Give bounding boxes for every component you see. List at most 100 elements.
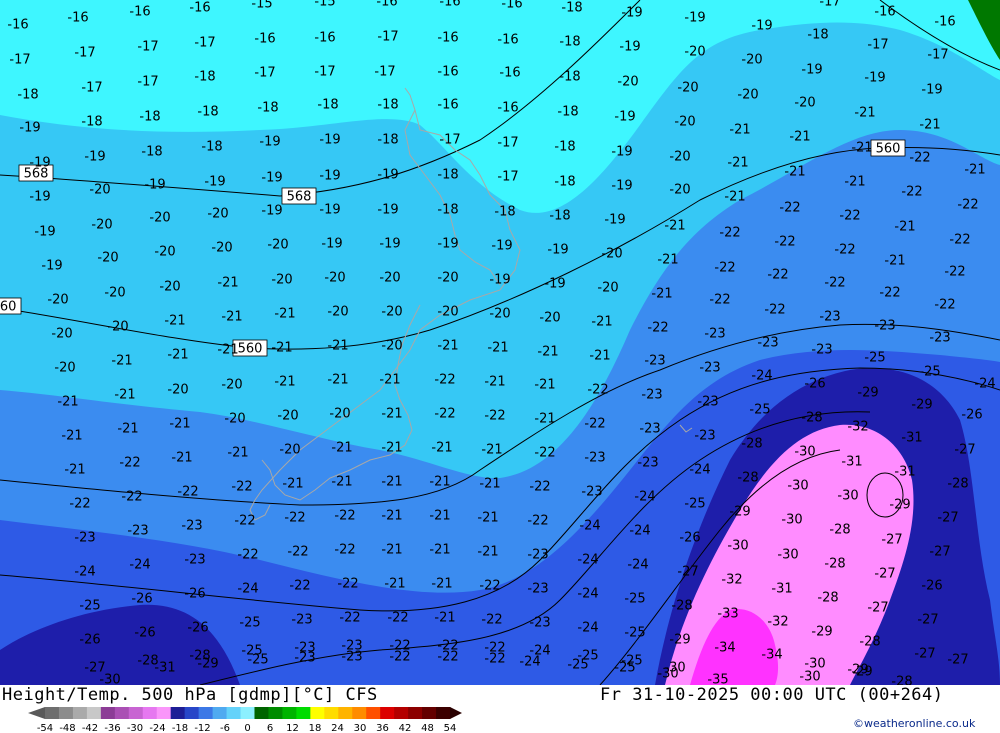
temp-label: -16 [189,1,210,16]
temp-label: -24 [74,565,95,580]
temp-label: -21 [171,451,192,466]
temp-label: -21 [217,276,238,291]
temp-label: -28 [671,599,692,614]
legend-swatch [394,707,409,719]
temp-label: -21 [381,407,402,422]
temp-label: -22 [587,383,608,398]
legend-tick: -18 [172,723,188,733]
temp-label: -34 [761,648,782,663]
legend-tick: -30 [127,723,143,733]
temp-label: -22 [287,545,308,560]
temp-label: -29 [857,386,878,401]
map-title: Height/Temp. 500 hPa [gdmp][°C] CFS [2,685,378,705]
temp-label: -19 [547,243,568,258]
temp-label: -26 [134,626,155,641]
temp-label: -20 [51,327,72,342]
temp-label: -21 [851,141,872,156]
temp-label: -23 [929,331,950,346]
legend-swatch [86,707,102,719]
temp-label: -22 [387,611,408,626]
temp-label: -21 [217,343,238,358]
temp-label: -18 [141,145,162,160]
temp-label: -19 [684,11,705,26]
temp-label: -21 [117,422,138,437]
temp-label: -21 [664,219,685,234]
temp-label: -23 [757,336,778,351]
temp-label: -20 [684,45,705,60]
temp-label: -32 [767,615,788,630]
temp-label: -18 [554,175,575,190]
temp-label: -27 [874,567,895,582]
temp-label: -18 [257,101,278,116]
legend-swatch [128,707,144,719]
temp-label: -19 [319,203,340,218]
valid-time: Fr 31-10-2025 00:00 UTC (00+264) [600,685,944,705]
legend-tick: -12 [194,723,210,733]
temp-label: -20 [381,339,402,354]
temp-label: -20 [207,207,228,222]
temp-label: -30 [727,539,748,554]
temp-label: -28 [737,471,758,486]
temp-label: -21 [167,348,188,363]
temp-label: -23 [291,613,312,628]
temp-label: -25 [684,497,705,512]
temp-label: -21 [331,441,352,456]
temp-label: -31 [901,431,922,446]
temp-label: -19 [379,237,400,252]
legend-tick: 48 [421,723,434,733]
temp-label: -20 [379,271,400,286]
legend-tick: 0 [244,723,250,733]
site-credit[interactable]: ©weatheronline.co.uk [853,717,975,730]
temp-label: -19 [261,171,282,186]
temp-label: -22 [834,243,855,258]
temp-label: -22 [719,226,740,241]
temp-label: -22 [434,373,455,388]
temp-label: -22 [481,613,502,628]
temp-label: -22 [119,456,140,471]
temp-label: -21 [537,345,558,360]
temp-label: -20 [601,247,622,262]
temp-label: -19 [41,259,62,274]
temp-label: -23 [341,650,362,665]
temp-label: -22 [534,446,555,461]
temp-label: -22 [957,198,978,213]
temp-label: -27 [954,443,975,458]
temp-label: -18 [81,115,102,130]
temp-label: -28 [891,675,912,686]
temp-label: -22 [484,409,505,424]
temp-label: -23 [74,531,95,546]
temp-label: -19 [751,19,772,34]
temp-label: -21 [724,190,745,205]
temp-label: -21 [589,349,610,364]
temp-label: -23 [639,422,660,437]
temp-label: -26 [187,621,208,636]
legend-tick: -6 [220,723,230,733]
temp-label: -35 [707,673,728,686]
temp-label: -28 [817,591,838,606]
temp-label: -25 [624,626,645,641]
temp-label: -19 [611,145,632,160]
legend-swatch [240,707,255,719]
legend-swatch [170,707,186,719]
temp-label: -22 [647,321,668,336]
temp-label: -24 [577,553,598,568]
temp-label: -21 [381,441,402,456]
temp-label: -20 [437,271,458,286]
legend-arrow-left [28,707,45,719]
temp-label: -20 [221,378,242,393]
temp-label: -16 [254,32,275,47]
legend-swatch [408,707,423,719]
svg-text:560: 560 [238,342,263,357]
temp-label: -21 [534,412,555,427]
temp-label: -22 [909,151,930,166]
temp-label: -20 [737,88,758,103]
legend-swatch [58,707,74,719]
temp-label: -21 [429,475,450,490]
temp-label: -18 [554,140,575,155]
temp-label: -22 [484,652,505,667]
temp-label: -21 [61,429,82,444]
temp-label: -22 [934,298,955,313]
temp-label: -30 [781,513,802,528]
svg-text:560: 560 [876,142,901,157]
temp-label: -21 [657,253,678,268]
